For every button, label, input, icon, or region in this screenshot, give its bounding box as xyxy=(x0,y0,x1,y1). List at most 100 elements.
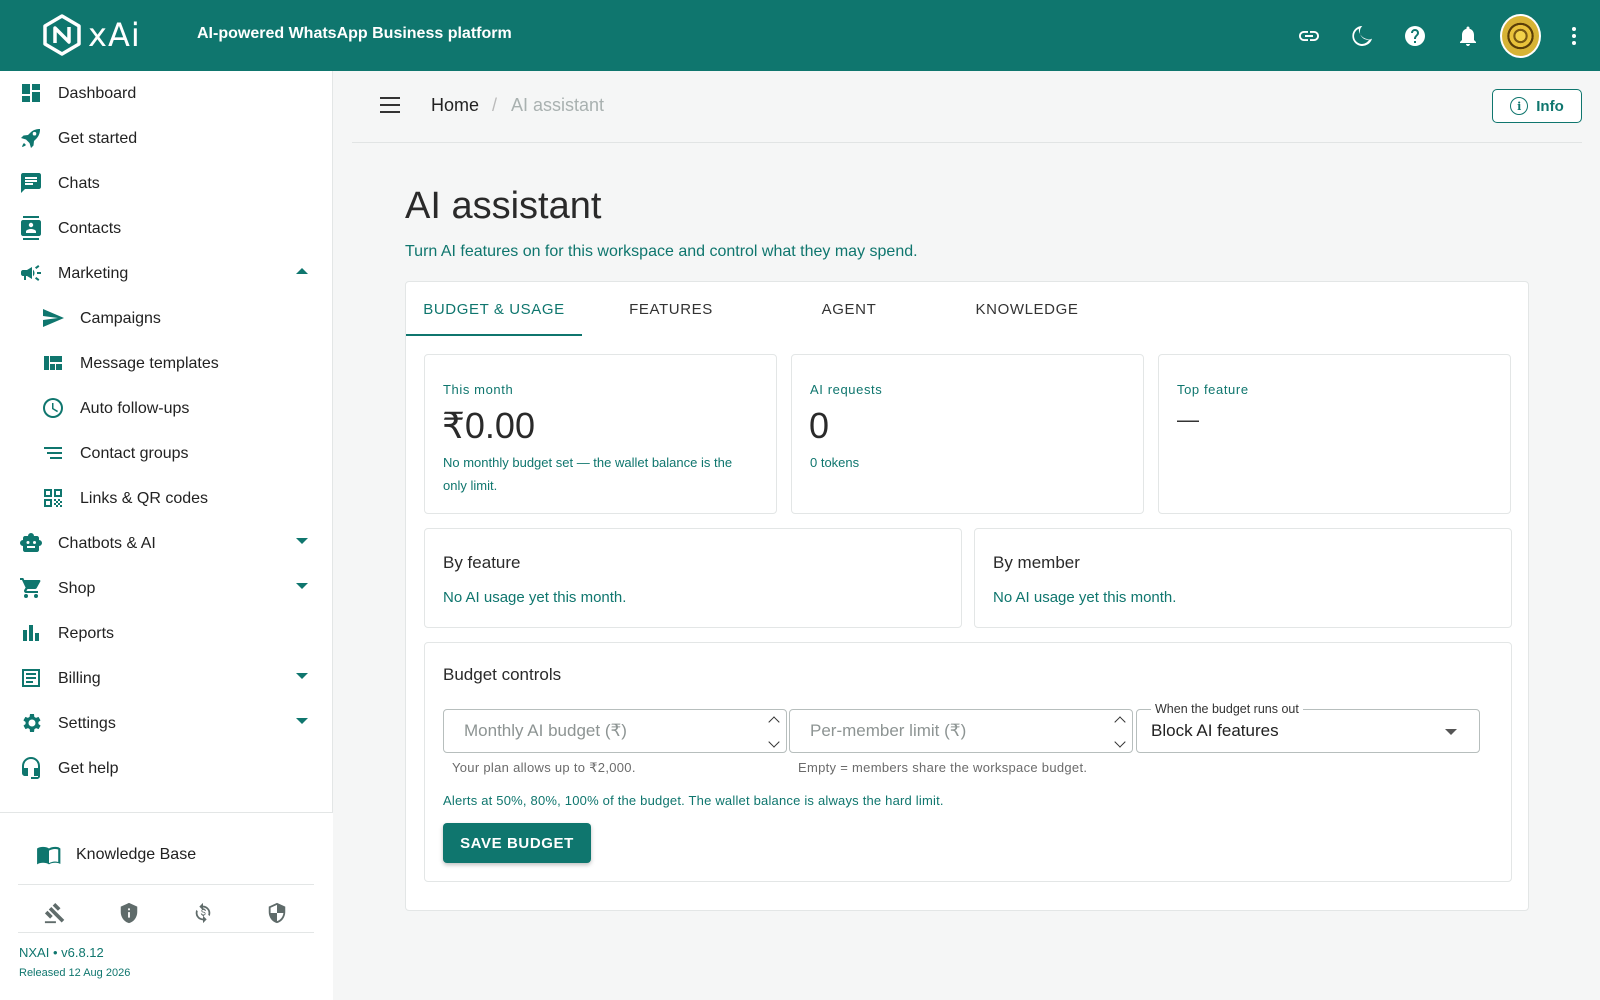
save-budget-button[interactable]: SAVE BUDGET xyxy=(443,823,591,863)
stat-ai-requests: AI requests 0 0 tokens xyxy=(791,354,1144,514)
budget-runout-select[interactable]: When the budget runs out Block AI featur… xyxy=(1136,702,1480,753)
sidebar-item-chats[interactable]: Chats xyxy=(0,161,332,206)
budget-controls-panel: Budget controls Your plan allows up to ₹… xyxy=(424,642,1512,882)
template-icon xyxy=(41,351,65,375)
chevron-down-icon[interactable] xyxy=(1114,736,1126,748)
dashboard-icon xyxy=(19,81,43,105)
chevron-up-icon[interactable] xyxy=(768,716,780,728)
sidebar-item-label: Get started xyxy=(58,129,138,147)
number-stepper[interactable] xyxy=(1114,714,1126,750)
cart-icon xyxy=(19,576,43,600)
app-version: NXAI • v6.8.12 xyxy=(19,945,104,960)
sidebar-item-auto-follow-ups[interactable]: Auto follow-ups xyxy=(0,386,332,431)
link-icon[interactable] xyxy=(1282,0,1335,71)
sidebar-item-chatbots-ai[interactable]: Chatbots & AI xyxy=(0,521,332,566)
tab-budget-usage[interactable]: BUDGET & USAGE xyxy=(406,282,582,336)
sidebar-item-message-templates[interactable]: Message templates xyxy=(0,341,332,386)
rocket-icon xyxy=(19,126,43,150)
stat-caption: Top feature xyxy=(1177,382,1249,397)
number-stepper[interactable] xyxy=(768,714,780,750)
release-date: Released 12 Aug 2026 xyxy=(19,967,131,979)
sidebar-nav: Dashboard Get started Chats Contacts Mar… xyxy=(0,71,332,791)
member-limit-field xyxy=(789,709,1133,753)
monthly-budget-input[interactable] xyxy=(444,710,786,752)
sidebar-item-label: Shop xyxy=(58,579,96,597)
breadcrumb-bar: Home / AI assistant i Info xyxy=(352,71,1582,143)
sidebar-item-label: Chatbots & AI xyxy=(58,534,156,552)
gavel-icon[interactable] xyxy=(40,898,70,928)
footer-icon-row xyxy=(18,893,314,933)
tab-knowledge[interactable]: KNOWLEDGE xyxy=(938,282,1116,336)
info-button[interactable]: i Info xyxy=(1492,89,1582,123)
tab-bar: BUDGET & USAGE FEATURES AGENT KNOWLEDGE xyxy=(406,282,1116,336)
monthly-budget-field xyxy=(443,709,787,753)
stat-caption: AI requests xyxy=(810,382,883,397)
menu-toggle-icon[interactable] xyxy=(380,97,402,115)
robot-icon xyxy=(19,531,43,555)
avatar-button[interactable] xyxy=(1494,0,1547,71)
member-limit-input[interactable] xyxy=(790,710,1132,752)
sidebar-item-marketing[interactable]: Marketing xyxy=(0,251,332,296)
send-icon xyxy=(41,306,65,330)
dropdown-arrow-icon xyxy=(1445,729,1457,735)
sidebar-item-settings[interactable]: Settings xyxy=(0,701,332,746)
select-value: Block AI features xyxy=(1151,721,1279,740)
bar-chart-icon xyxy=(19,621,43,645)
tab-features[interactable]: FEATURES xyxy=(582,282,760,336)
knowledge-base-label: Knowledge Base xyxy=(76,846,197,863)
stat-value: — xyxy=(1177,407,1199,432)
main-content: Home / AI assistant i Info AI assistant … xyxy=(352,71,1582,1000)
chevron-up-icon xyxy=(296,268,308,274)
chevron-down-icon xyxy=(296,538,308,544)
panel-title: By member xyxy=(993,553,1080,572)
knowledge-base-link[interactable]: Knowledge Base xyxy=(36,842,196,868)
sidebar-item-label: Get help xyxy=(58,759,119,777)
panel-title: Budget controls xyxy=(443,665,562,684)
app-logo[interactable]: xAi xyxy=(42,14,141,56)
sidebar-item-get-help[interactable]: Get help xyxy=(0,746,332,791)
panel-empty-text: No AI usage yet this month. xyxy=(443,589,627,606)
sidebar-item-campaigns[interactable]: Campaigns xyxy=(0,296,332,341)
sidebar-item-label: Auto follow-ups xyxy=(80,399,190,417)
sidebar-item-get-started[interactable]: Get started xyxy=(0,116,332,161)
page-subtitle: Turn AI features on for this workspace a… xyxy=(405,243,918,260)
sidebar-item-label: Campaigns xyxy=(80,309,161,327)
chevron-down-icon xyxy=(296,718,308,724)
sidebar-item-contact-groups[interactable]: Contact groups xyxy=(0,431,332,476)
chevron-up-icon[interactable] xyxy=(1114,716,1126,728)
sidebar-item-label: Links & QR codes xyxy=(80,489,209,507)
sidebar-item-reports[interactable]: Reports xyxy=(0,611,332,656)
sidebar-item-dashboard[interactable]: Dashboard xyxy=(0,71,332,116)
monthly-budget-helper: Your plan allows up to ₹2,000. xyxy=(452,760,636,775)
sidebar-item-shop[interactable]: Shop xyxy=(0,566,332,611)
sidebar-item-label: Marketing xyxy=(58,264,129,282)
logo-mark-icon xyxy=(43,14,81,56)
moon-icon[interactable] xyxy=(1335,0,1388,71)
select-label: When the budget runs out xyxy=(1151,702,1303,716)
receipt-icon xyxy=(19,666,43,690)
privacy-shield-icon[interactable] xyxy=(114,898,144,928)
breadcrumb-separator: / xyxy=(492,95,498,115)
chevron-down-icon[interactable] xyxy=(768,736,780,748)
alerts-note: Alerts at 50%, 80%, 100% of the budget. … xyxy=(443,793,944,808)
headset-icon xyxy=(19,756,43,780)
stat-note: 0 tokens xyxy=(810,455,860,470)
stat-value: ₹0.00 xyxy=(442,405,535,446)
refund-icon[interactable] xyxy=(188,898,218,928)
page-title: AI assistant xyxy=(405,185,602,227)
sidebar-item-billing[interactable]: Billing xyxy=(0,656,332,701)
panel-empty-text: No AI usage yet this month. xyxy=(993,589,1177,606)
sidebar-item-label: Billing xyxy=(58,669,101,687)
more-vert-icon[interactable] xyxy=(1547,0,1600,71)
bell-icon[interactable] xyxy=(1441,0,1494,71)
tab-agent[interactable]: AGENT xyxy=(760,282,938,336)
breadcrumb-home[interactable]: Home xyxy=(431,95,479,116)
contacts-icon xyxy=(19,216,43,240)
sidebar-item-links-qr-codes[interactable]: Links & QR codes xyxy=(0,476,332,521)
help-icon[interactable] xyxy=(1388,0,1441,71)
divider xyxy=(18,932,314,933)
chevron-down-icon xyxy=(296,583,308,589)
security-shield-icon[interactable] xyxy=(262,898,292,928)
stat-value: 0 xyxy=(809,405,830,446)
sidebar-item-contacts[interactable]: Contacts xyxy=(0,206,332,251)
